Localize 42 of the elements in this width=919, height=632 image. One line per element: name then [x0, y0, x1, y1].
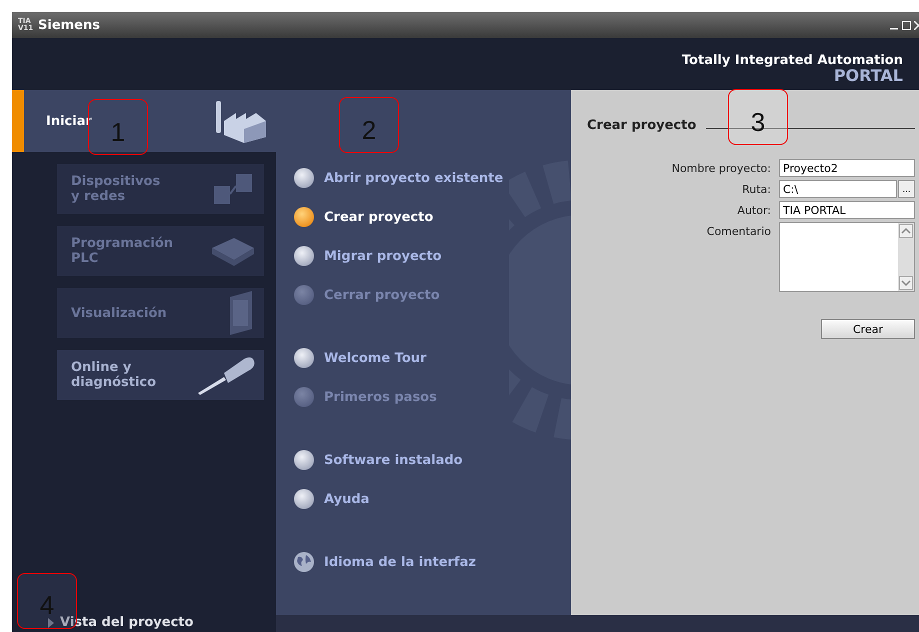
action-link[interactable]: Crear proyecto [294, 207, 434, 227]
screwdriver-icon [196, 355, 256, 395]
action-link[interactable]: Software instalado [294, 450, 463, 470]
bullet-icon [294, 450, 314, 470]
comment-field[interactable] [779, 222, 915, 292]
field-label: Autor: [736, 203, 771, 219]
section-title: Crear proyecto [587, 118, 696, 133]
input-field[interactable]: Proyecto2 [779, 159, 915, 177]
chip-icon [210, 236, 256, 266]
bullet-icon [294, 489, 314, 509]
scroll-up-icon[interactable] [899, 224, 913, 238]
window-title: Siemens [38, 18, 100, 32]
caret-icon [48, 618, 54, 628]
close-icon[interactable] [914, 20, 919, 30]
input-field[interactable]: TIA PORTAL [779, 201, 915, 219]
tagline: Totally Integrated Automation [682, 53, 903, 68]
action-link[interactable]: Migrar proyecto [294, 246, 442, 266]
action-link[interactable]: Welcome Tour [294, 348, 426, 368]
globe-icon [294, 552, 314, 572]
field-label: Nombre proyecto: [670, 161, 771, 177]
bullet-icon [294, 387, 314, 407]
annotation-number: 2 [339, 97, 399, 153]
bullet-icon [294, 207, 314, 227]
action-link[interactable]: Abrir proyecto existente [294, 168, 504, 188]
factory-icon [214, 99, 268, 143]
bullet-icon [294, 285, 314, 305]
action-link[interactable]: Ayuda [294, 489, 370, 509]
portal-tile[interactable]: Online y diagnóstico [57, 350, 264, 400]
browse-button[interactable]: ... [898, 180, 915, 198]
create-button[interactable]: Crear [821, 319, 915, 339]
product-name: PORTAL [834, 68, 903, 84]
action-link[interactable]: Idioma de la interfaz [294, 552, 476, 572]
field-label: Comentario [706, 224, 771, 240]
field-label: Ruta: [741, 182, 771, 198]
annotation-number: 3 [728, 89, 788, 145]
scrollbar[interactable] [898, 223, 914, 291]
bullet-icon [294, 246, 314, 266]
scroll-down-icon[interactable] [899, 276, 913, 290]
maximize-icon[interactable] [902, 20, 911, 30]
bullet-icon [294, 348, 314, 368]
input-field[interactable]: C:\ [779, 180, 897, 198]
bullet-icon [294, 168, 314, 188]
